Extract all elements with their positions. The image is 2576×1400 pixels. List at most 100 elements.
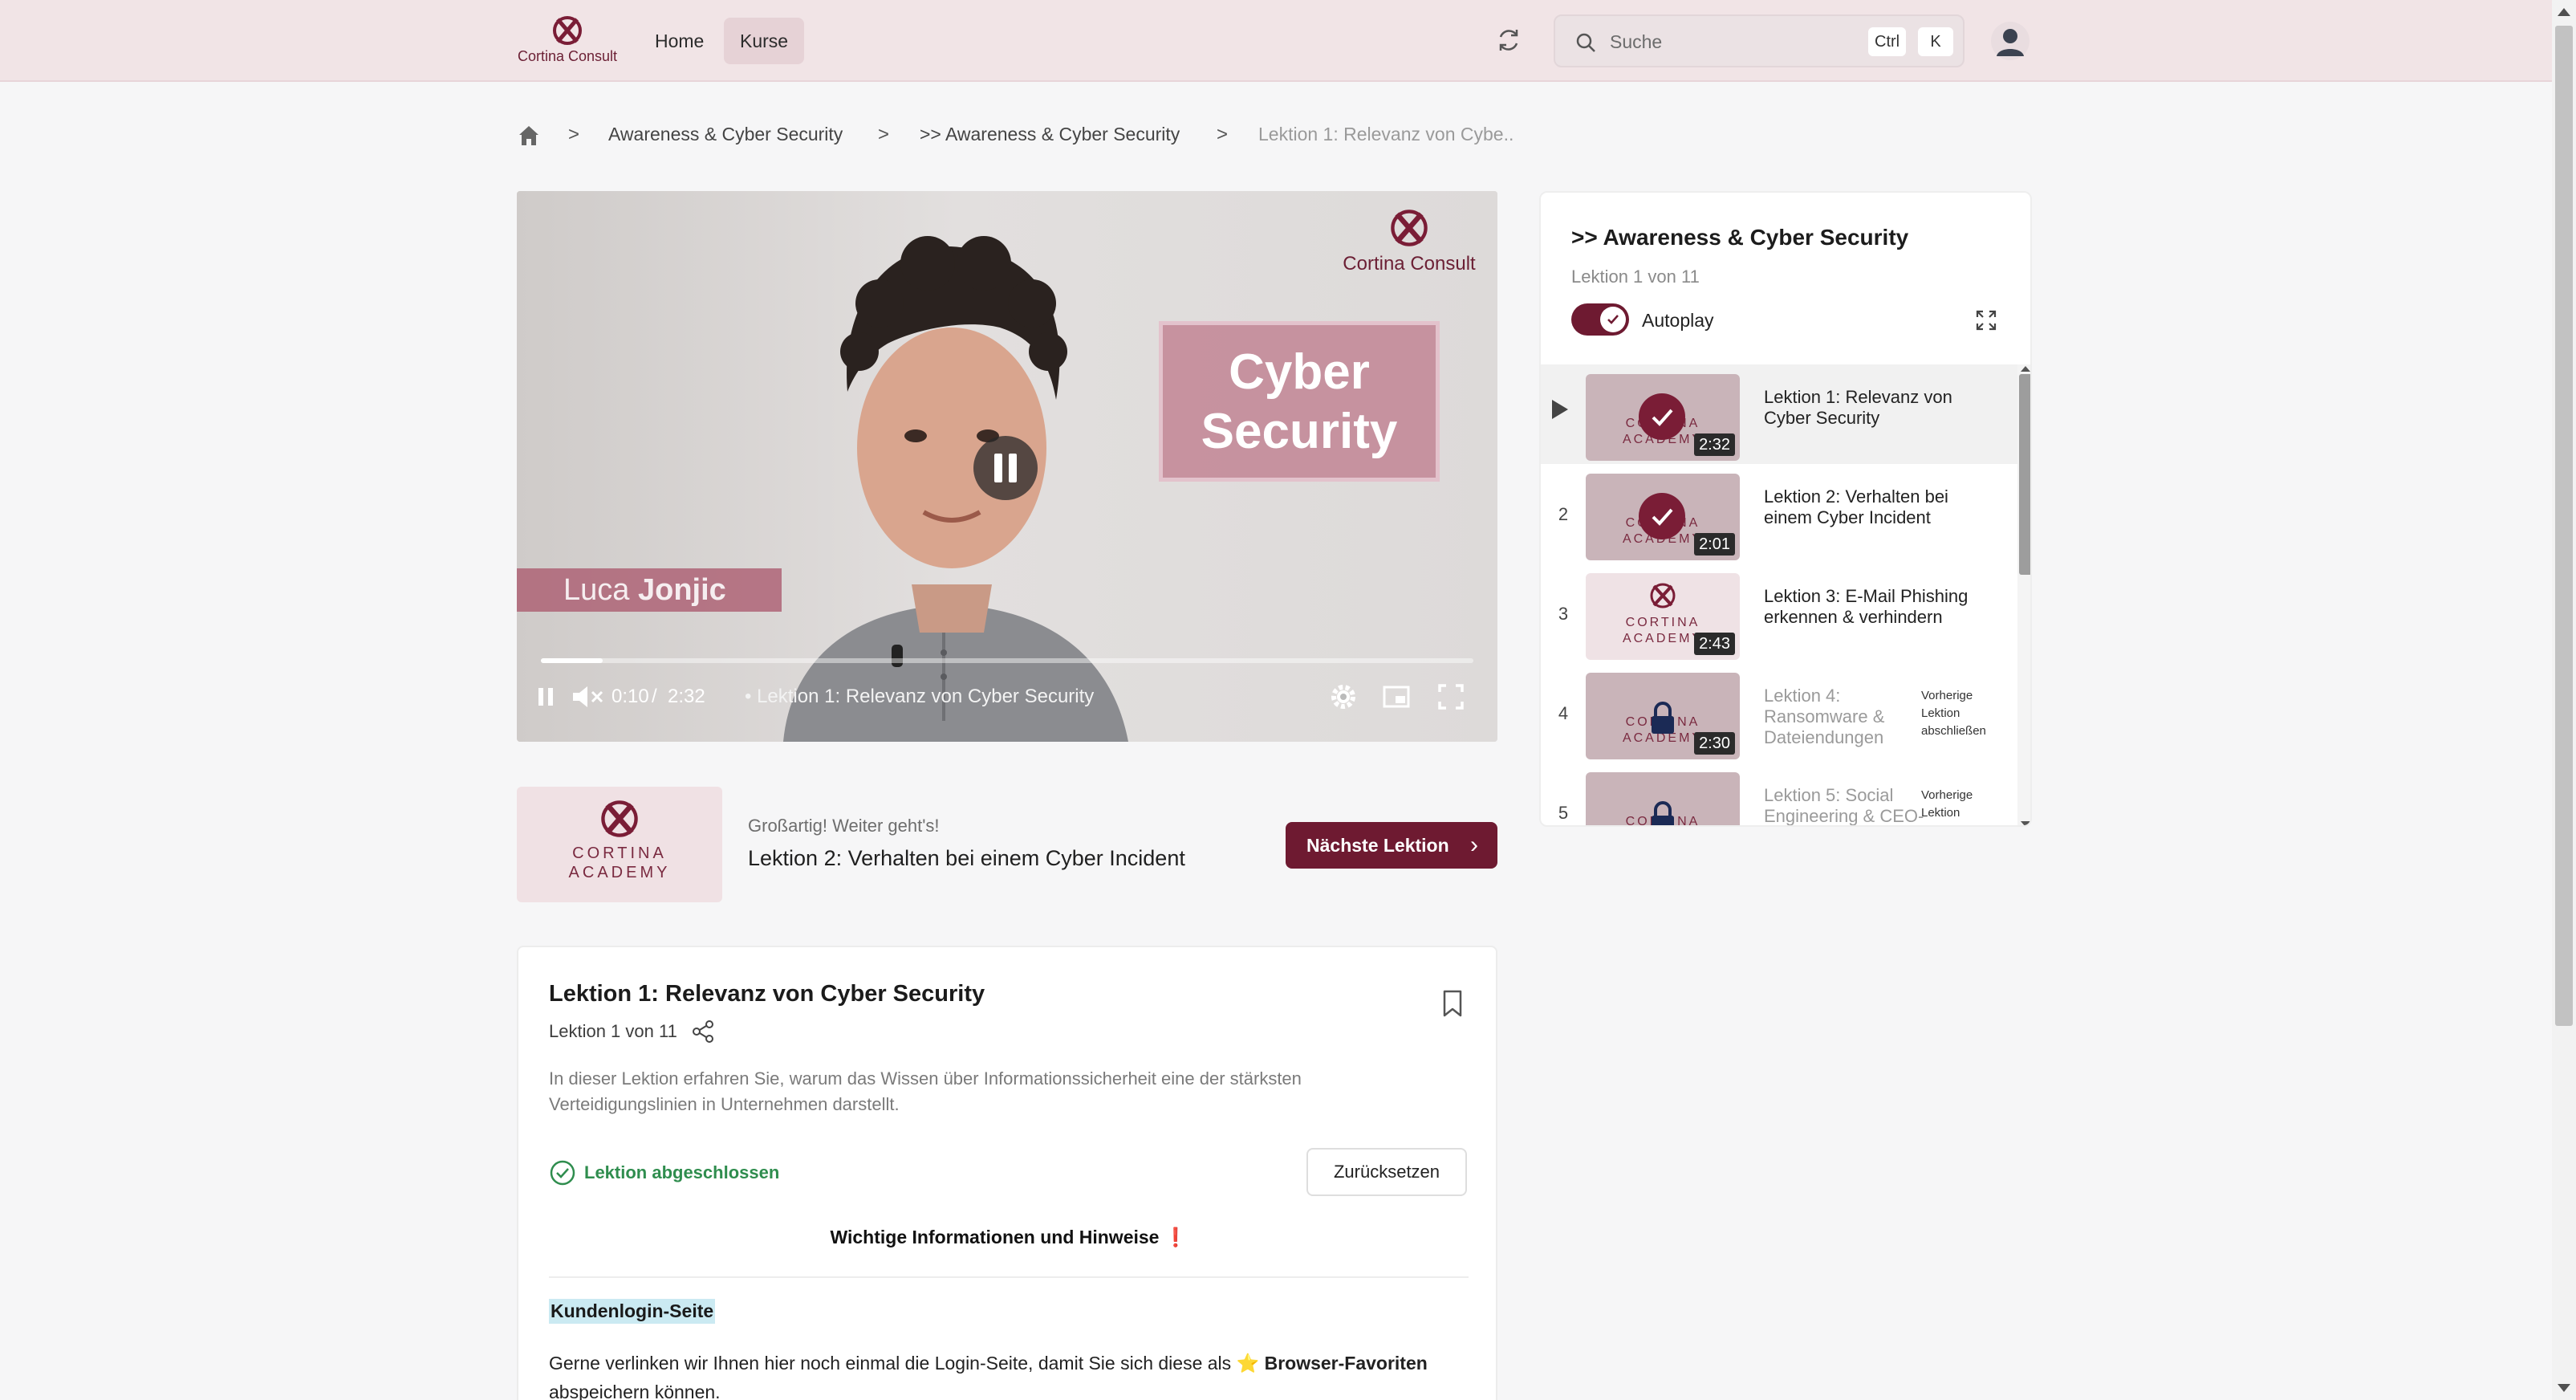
top-navbar: Cortina Consult Home Kurse Suche Ctrl K <box>0 0 2552 82</box>
info-heading: Wichtige Informationen und Hinweise ❗ <box>830 1227 1188 1247</box>
completed-check-icon <box>1639 393 1685 440</box>
time-duration: 2:32 <box>668 686 705 707</box>
video-player[interactable]: Cortina Consult Cyber Security Luca Jonj… <box>517 191 1497 742</box>
scroll-up-arrow-icon[interactable] <box>2558 8 2570 16</box>
refresh-icon[interactable] <box>1494 26 1523 55</box>
lesson-number: 3 <box>1558 604 1569 624</box>
picture-in-picture-icon[interactable] <box>1380 681 1412 713</box>
bookmark-icon[interactable] <box>1440 989 1465 1018</box>
time-current: 0:10 <box>611 686 649 707</box>
video-progress-bar[interactable] <box>541 658 1473 663</box>
shortcut-k-key: K <box>1918 27 1953 56</box>
pause-icon[interactable] <box>530 681 562 713</box>
expand-icon[interactable] <box>1974 308 1998 332</box>
playlist-scrollbar[interactable] <box>2017 364 2030 825</box>
video-watermark-logo: Cortina Consult <box>1337 207 1481 287</box>
brand-mark-icon <box>1391 210 1428 246</box>
breadcrumb-module[interactable]: >> Awareness & Cyber Security <box>920 124 1180 145</box>
thumb-word-academy: ACADEMY <box>568 864 671 881</box>
lesson-name: Lektion 2: Verhalten bei einem Cyber Inc… <box>1764 486 1948 527</box>
playlist-list: CORTINAACADEMY 2:32 Lektion 1: Relevanz … <box>1541 364 2030 826</box>
cortina-consult-logo[interactable]: Cortina Consult <box>515 14 620 71</box>
lesson-name: Lektion 4: Ransomware & Dateiendungen <box>1764 686 1885 747</box>
title-card: Cyber Security <box>1159 321 1440 482</box>
playlist-progress: Lektion 1 von 11 <box>1571 267 1700 287</box>
chevron-right-icon: › <box>1470 832 1478 858</box>
playlist-item[interactable]: 3 CORTINA ACADEMY 2:43 Lektion 3: E-Mail … <box>1541 564 2017 663</box>
reset-button[interactable]: Zurücksetzen <box>1306 1148 1467 1196</box>
completed-check-icon <box>1639 493 1685 539</box>
title-card-line-2: Security <box>1201 404 1398 459</box>
divider <box>549 1276 1469 1278</box>
page-scrollbar[interactable] <box>2552 0 2576 1400</box>
next-lesson-button[interactable]: Nächste Lektion › <box>1286 822 1497 869</box>
autoplay-toggle[interactable] <box>1571 303 1629 336</box>
lesson-details-card: Lektion 1: Relevanz von Cyber Security L… <box>517 946 1497 1400</box>
breadcrumb-separator: > <box>878 124 890 145</box>
video-chapter-label: • Lektion 1: Relevanz von Cyber Security <box>745 686 1095 707</box>
lesson-number: 4 <box>1558 703 1569 723</box>
playlist-title: >> Awareness & Cyber Security <box>1571 225 1909 250</box>
lesson-duration: 2:32 <box>1694 433 1735 456</box>
autoplay-label: Autoplay <box>1642 310 1714 331</box>
lesson-thumbnail: CORTINAACADEMY 2:01 <box>1586 474 1740 560</box>
lesson-thumbnail: CORTINAACADEMY 2:30 <box>1586 673 1740 759</box>
lesson-number: 2 <box>1558 504 1569 524</box>
next-lesson-title: Lektion 2: Verhalten bei einem Cyber Inc… <box>748 846 1185 870</box>
playlist-scrollbar-thumb[interactable] <box>2019 374 2030 575</box>
lesson-position: Lektion 1 von 11 <box>549 1021 677 1041</box>
nav-home[interactable]: Home <box>639 18 720 64</box>
lesson-number: 5 <box>1558 803 1569 823</box>
brand-name: Cortina Consult <box>517 48 618 64</box>
playlist-item[interactable]: 2 CORTINAACADEMY 2:01 Lektion 2: Verhalt… <box>1541 464 2017 564</box>
breadcrumb-course[interactable]: Awareness & Cyber Security <box>608 124 843 145</box>
center-pause-button[interactable] <box>973 436 1038 500</box>
playlist-item: 5 CORTINAACADEMY Lektion 5: Social Engin… <box>1541 763 2017 826</box>
home-icon[interactable] <box>517 124 541 148</box>
next-lesson-subtitle: Großartig! Weiter geht's! <box>748 816 940 836</box>
title-card-line-1: Cyber <box>1229 344 1370 400</box>
presenter-name: Luca Jonjic <box>563 573 726 607</box>
search-placeholder: Suche <box>1610 31 1663 52</box>
lesson-thumbnail: CORTINAACADEMY 2:32 <box>1586 374 1740 461</box>
scroll-up-arrow-icon[interactable] <box>2021 366 2030 372</box>
breadcrumb-current: Lektion 1: Relevanz von Cybe.. <box>1258 124 1514 144</box>
lesson-description: In dieser Lektion erfahren Sie, warum da… <box>549 1068 1302 1114</box>
next-lesson-thumbnail[interactable]: CORTINA ACADEMY <box>517 787 722 902</box>
thumb-word-cortina: CORTINA <box>572 844 667 862</box>
nav-kurse[interactable]: Kurse <box>724 18 805 64</box>
brand-mark-icon <box>601 800 638 837</box>
scroll-down-arrow-icon[interactable] <box>2021 821 2030 825</box>
share-icon[interactable] <box>692 1019 714 1044</box>
user-avatar-icon[interactable] <box>1990 21 2030 61</box>
video-watermark-text: Cortina Consult <box>1343 253 1476 275</box>
lesson-title: Lektion 1: Relevanz von Cyber Security <box>549 981 985 1007</box>
brand-mark-icon <box>553 16 582 45</box>
customer-login-link[interactable]: Kundenlogin-Seite <box>549 1299 716 1324</box>
lesson-name: Lektion 1: Relevanz von Cyber Security <box>1764 387 1952 428</box>
time-divider: / <box>652 686 657 707</box>
lesson-thumbnail: CORTINAACADEMY <box>1586 772 1740 825</box>
lesson-duration: 2:01 <box>1694 533 1735 556</box>
lesson-duration: 2:43 <box>1694 633 1735 655</box>
shortcut-ctrl-key: Ctrl <box>1868 27 1907 56</box>
lesson-playlist-panel: >> Awareness & Cyber Security Lektion 1 … <box>1539 191 2032 827</box>
volume-muted-icon[interactable] <box>568 681 607 713</box>
fullscreen-icon[interactable] <box>1435 681 1467 713</box>
check-icon <box>1607 315 1619 324</box>
scroll-down-arrow-icon[interactable] <box>2558 1384 2570 1392</box>
page-scrollbar-thumb[interactable] <box>2555 26 2573 1026</box>
search-box[interactable]: Suche Ctrl K <box>1554 14 1965 67</box>
lesson-name: Lektion 5: Social Engineering & CEO-Frau… <box>1764 785 1924 826</box>
settings-gear-icon[interactable] <box>1327 681 1359 713</box>
next-lesson-button-label: Nächste Lektion <box>1306 835 1449 856</box>
lesson-name: Lektion 3: E-Mail Phishing erkennen & ve… <box>1764 586 1969 627</box>
brand-mark-icon <box>1650 583 1676 608</box>
toggle-knob <box>1600 307 1626 332</box>
playlist-item[interactable]: CORTINAACADEMY 2:32 Lektion 1: Relevanz … <box>1541 364 2017 464</box>
now-playing-icon <box>1552 400 1568 419</box>
search-icon <box>1576 33 1595 52</box>
lesson-completed-label: Lektion abgeschlossen <box>584 1162 780 1182</box>
breadcrumb-separator: > <box>568 124 580 145</box>
locked-note: Vorherige Lektion abschließen <box>1921 788 1986 825</box>
